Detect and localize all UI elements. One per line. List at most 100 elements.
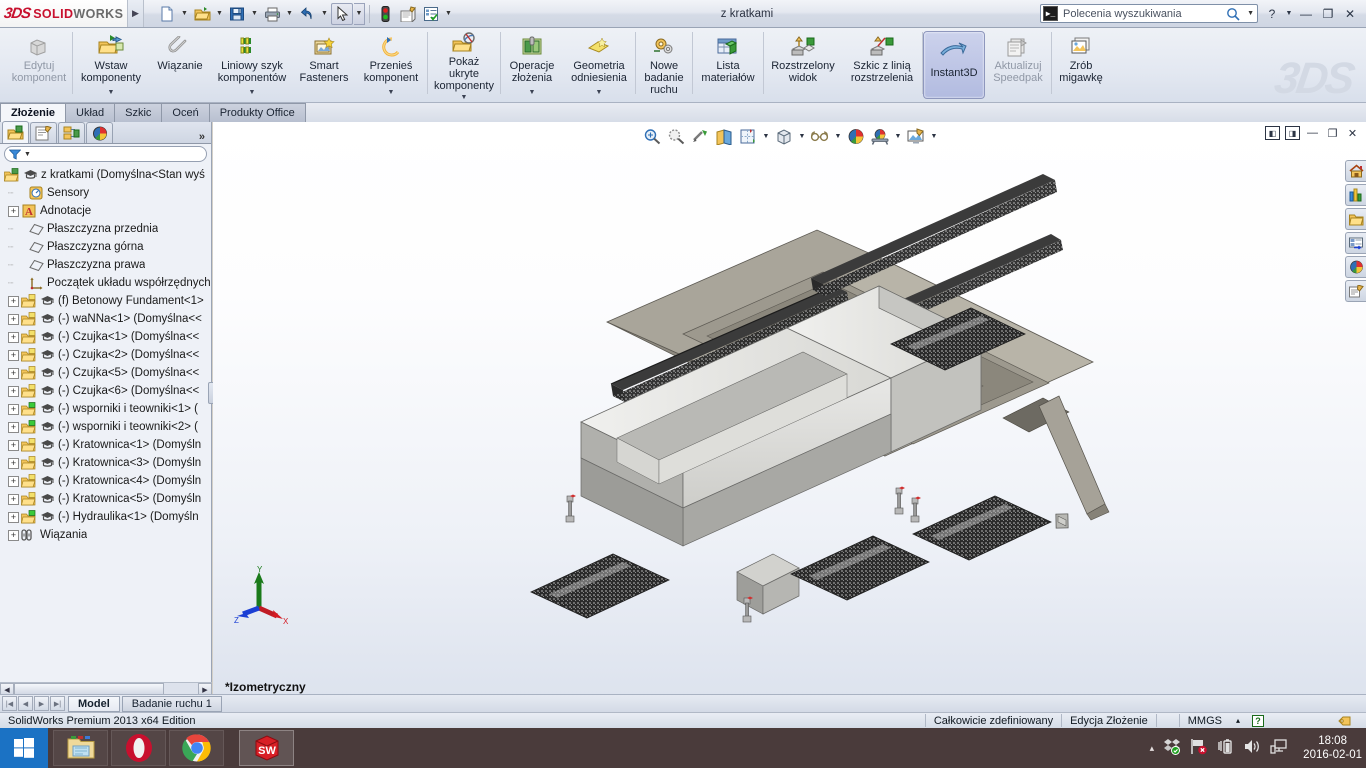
tab-ocen[interactable]: Oceń [162, 103, 210, 122]
chevron-down-icon[interactable]: ▼ [179, 3, 190, 25]
chevron-down-icon[interactable]: ▼ [354, 2, 365, 25]
feature-manager-tab[interactable] [2, 121, 29, 143]
bill-of-materials-button[interactable]: Lista materiałów [693, 28, 763, 102]
explode-line-sketch-button[interactable]: Szkic z linią rozstrzelenia [842, 28, 922, 102]
start-button[interactable] [0, 728, 48, 768]
chevron-down-icon[interactable]: ▼ [108, 87, 115, 101]
tree-item[interactable]: + (-) wsporniki i teowniki<2> ( [2, 418, 211, 436]
tree-item[interactable]: + (-) Czujka<2> (Domyślna<< [2, 346, 211, 364]
expand-icon[interactable]: + [8, 367, 19, 379]
new-motion-study-button[interactable]: Nowe badanie ruchu [636, 28, 692, 102]
tree-item[interactable]: + (-) Kratownica<3> (Domyśln [2, 454, 211, 472]
tree-item[interactable]: + (f) Betonowy Fundament<1> [2, 292, 211, 310]
expand-icon[interactable]: + [8, 295, 19, 307]
expand-icon[interactable]: + [8, 439, 19, 451]
tree-root-item[interactable]: z kratkami (Domyślna<Stan wyś [2, 166, 211, 184]
save-disk-icon[interactable] [226, 3, 248, 25]
tree-item[interactable]: ┈ Początek układu współrzędnych [2, 274, 211, 292]
options-gear-icon[interactable] [397, 3, 419, 25]
clock[interactable]: 18:08 2016-02-01 [1297, 734, 1362, 762]
tree-item[interactable]: ┈ Płaszczyzna górna [2, 238, 211, 256]
expand-icon[interactable]: + [8, 493, 19, 505]
linear-component-pattern-button[interactable]: Liniowy szyk komponentów ▼ [211, 28, 293, 102]
expand-icon[interactable]: + [8, 205, 19, 217]
undo-arrow-icon[interactable] [296, 3, 318, 25]
command-search-box[interactable]: ▶_ Polecenia wyszukiwania ▼ [1040, 4, 1258, 23]
search-icon[interactable] [1224, 7, 1242, 21]
chevron-down-icon[interactable]: ▼ [214, 3, 225, 25]
view-palette-icon[interactable] [1345, 232, 1366, 254]
configuration-manager-tab[interactable] [58, 122, 85, 143]
next-tab-icon[interactable]: ▶ [34, 696, 49, 711]
expand-icon[interactable]: + [8, 385, 19, 397]
cursor-arrow-icon[interactable] [331, 2, 353, 25]
tree-item[interactable]: ┈ Sensory [2, 184, 211, 202]
tab-uklad[interactable]: Układ [66, 103, 116, 122]
chevron-up-icon[interactable]: ▴ [1230, 713, 1246, 729]
instant3d-button[interactable]: Instant3D [923, 31, 985, 99]
chevron-down-icon[interactable]: ▼ [596, 87, 603, 101]
tab-szkic[interactable]: Szkic [115, 103, 163, 122]
prev-tab-icon[interactable]: ◀ [18, 696, 33, 711]
tree-item[interactable]: + (-) Czujka<5> (Domyślna<< [2, 364, 211, 382]
network-flag-icon[interactable] [1190, 738, 1208, 758]
panel-overflow-button[interactable]: » [199, 131, 211, 143]
tree-item[interactable]: + (-) Hydraulika<1> (Domyśln [2, 508, 211, 526]
tree-item[interactable]: + (-) waNNa<1> (Domyślna<< [2, 310, 211, 328]
home-icon[interactable] [1345, 160, 1366, 182]
expand-icon[interactable]: + [8, 331, 19, 343]
graphics-viewport[interactable]: ▼ ▼ ▼ ▼ ▼ ◧ ◨ — ❐ ✕ Y X Z *Izometryczny [213, 122, 1366, 696]
units-selector[interactable]: MMGS [1180, 713, 1230, 729]
chevron-down-icon[interactable]: ▼ [443, 3, 454, 25]
expand-icon[interactable]: + [8, 475, 19, 487]
chevron-down-icon[interactable]: ▼ [1247, 10, 1257, 17]
expand-icon[interactable]: + [8, 403, 19, 415]
tree-item[interactable]: + A Adnotacje [2, 202, 211, 220]
property-manager-tab[interactable] [30, 122, 57, 143]
restore-button[interactable]: ❐ [1318, 5, 1338, 23]
chevron-down-icon[interactable]: ▼ [284, 3, 295, 25]
expand-icon[interactable]: + [8, 349, 19, 361]
checklist-icon[interactable] [420, 3, 442, 25]
printer-icon[interactable] [261, 3, 283, 25]
tree-item[interactable]: + (-) Kratownica<1> (Domyśln [2, 436, 211, 454]
chevron-down-icon[interactable]: ▼ [388, 87, 395, 101]
first-tab-icon[interactable]: |◀ [2, 696, 17, 711]
display-manager-tab[interactable] [86, 122, 113, 143]
tree-item[interactable]: ┈ Płaszczyzna przednia [2, 220, 211, 238]
tree-item[interactable]: + (-) Kratownica<4> (Domyśln [2, 472, 211, 490]
show-hidden-components-button[interactable]: Pokaż ukryte komponenty ▼ [428, 28, 500, 102]
expand-icon[interactable]: + [8, 457, 19, 469]
tree-item[interactable]: + (-) Kratownica<5> (Domyśln [2, 490, 211, 508]
battery-icon[interactable] [1217, 738, 1234, 758]
insert-components-button[interactable]: Wstaw komponenty ▼ [73, 28, 149, 102]
tray-overflow-icon[interactable]: ▴ [1150, 743, 1155, 754]
chevron-down-icon[interactable]: ▼ [249, 3, 260, 25]
chevron-down-icon[interactable]: ▼ [249, 87, 256, 101]
solidworks-logo[interactable]: 3DS SOLIDWORKS [0, 0, 128, 27]
exploded-view-button[interactable]: Rozstrzelony widok [764, 28, 842, 102]
assembly-features-button[interactable]: Operacje złożenia ▼ [501, 28, 563, 102]
exploded-assembly-model[interactable] [213, 122, 1366, 696]
tab-motion-study[interactable]: Badanie ruchu 1 [121, 695, 222, 712]
tab-zlozenie[interactable]: Złożenie [0, 103, 67, 122]
tree-item[interactable]: ┈ Płaszczyzna prawa [2, 256, 211, 274]
close-button[interactable]: ✕ [1340, 5, 1360, 23]
tree-item[interactable]: + (-) Czujka<1> (Domyślna<< [2, 328, 211, 346]
open-folder-icon[interactable] [191, 3, 213, 25]
expand-icon[interactable]: + [8, 313, 19, 325]
minimize-button[interactable]: — [1296, 5, 1316, 23]
chevron-down-icon[interactable]: ▼ [1284, 5, 1294, 23]
feature-filter-input[interactable]: ▼ [4, 146, 207, 162]
volume-icon[interactable] [1243, 738, 1261, 758]
menu-expand-arrow-icon[interactable]: ▶ [128, 0, 144, 27]
file-explorer-task[interactable] [53, 730, 108, 766]
chevron-down-icon[interactable]: ▼ [24, 151, 31, 158]
take-snapshot-button[interactable]: Zrób migawkę [1052, 28, 1110, 102]
update-speedpak-button[interactable]: Aktualizuj Speedpak [985, 28, 1051, 102]
expand-icon[interactable]: + [8, 529, 19, 541]
edit-component-button[interactable]: Edytuj komponent [6, 28, 72, 102]
expand-icon[interactable]: + [8, 421, 19, 433]
help-button[interactable]: ? [1262, 5, 1282, 23]
solidworks-task[interactable]: SW [239, 730, 294, 766]
